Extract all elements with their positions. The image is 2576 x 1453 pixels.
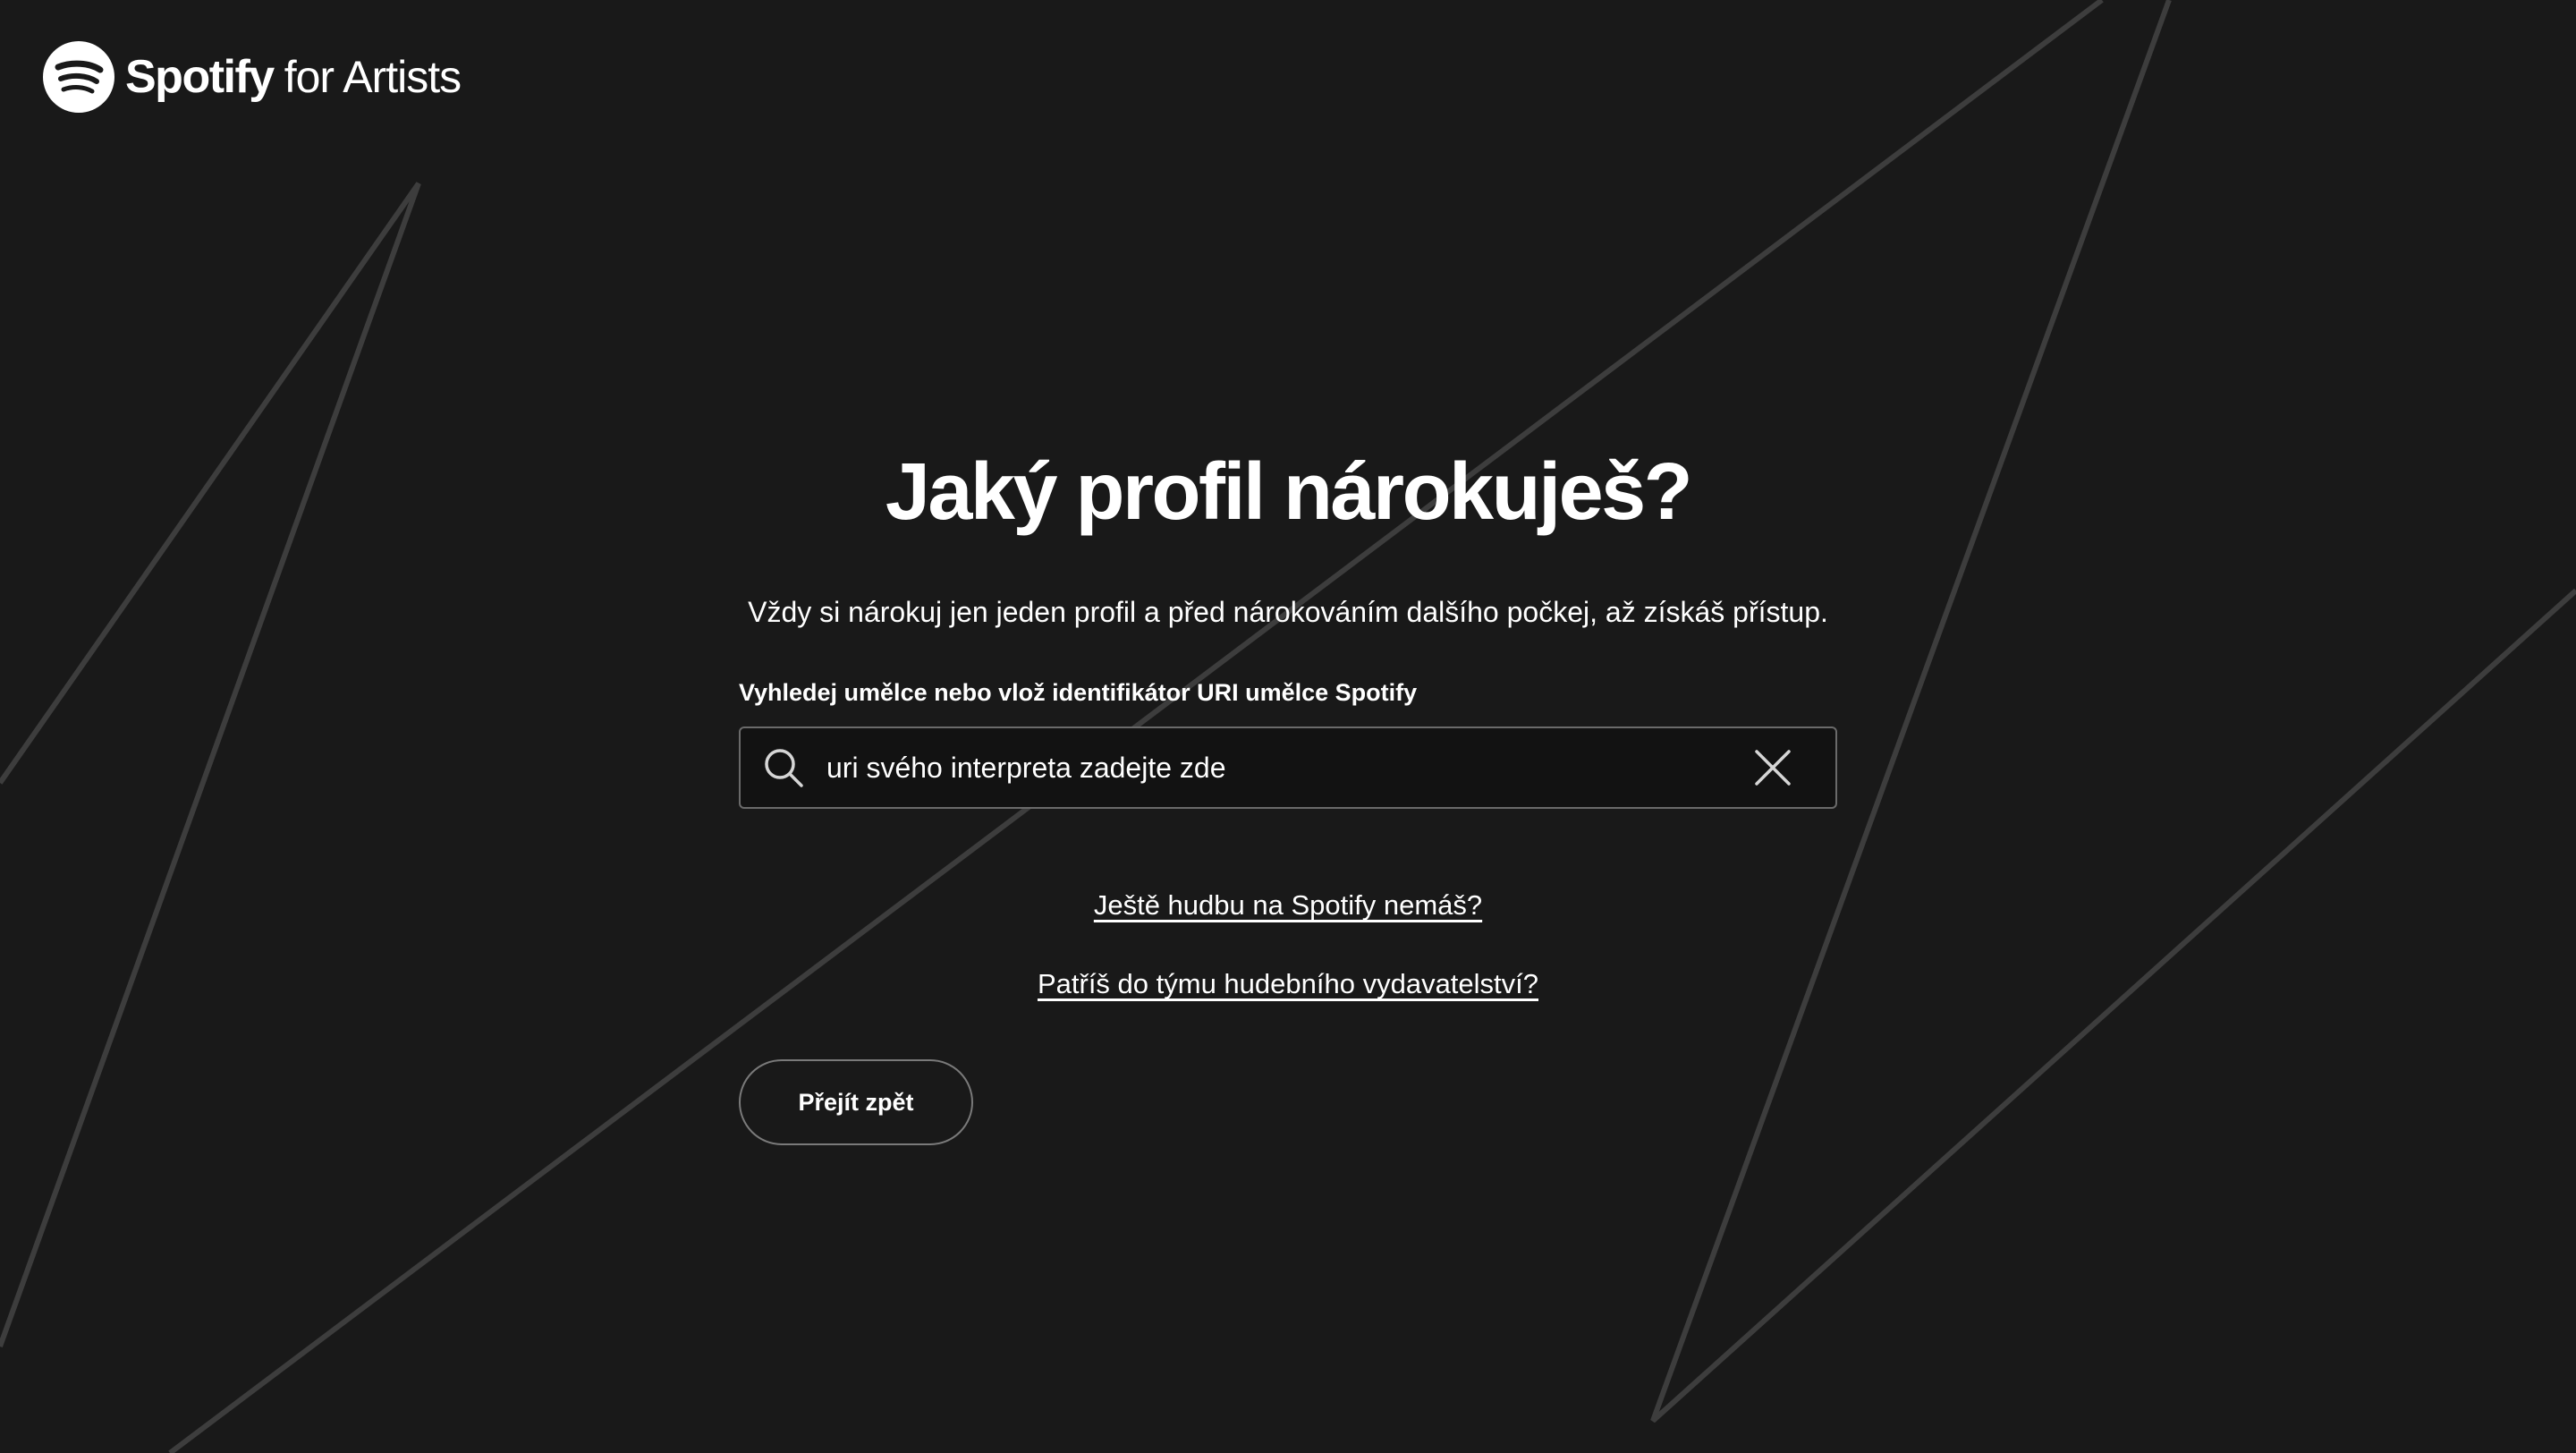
page-subtitle: Vždy si nárokuj jen jeden profil a před … [748,596,1828,628]
decor-line-left [0,182,421,1348]
label-team-link[interactable]: Patříš do týmu hudebního vydavatelství? [1038,966,1538,1002]
close-icon[interactable] [1753,748,1792,787]
search-icon [765,749,803,787]
brand-suffix: for Artists [284,52,462,102]
search-field[interactable] [739,726,1837,809]
search-input[interactable] [826,751,1753,785]
spotify-for-artists-logo[interactable]: Spotify for Artists [43,39,462,115]
claim-profile-form: Jaký profil nárokuješ? Vždy si nárokuj j… [739,438,1837,1145]
page-title: Jaký profil nárokuješ? [885,447,1693,537]
search-label: Vyhledej umělce nebo vlož identifikátor … [739,679,1418,706]
no-music-link[interactable]: Ještě hudbu na Spotify nemáš? [1094,888,1482,923]
spotify-logo-icon [43,41,114,113]
brand-name: Spotify [125,51,275,103]
back-button[interactable]: Přejít zpět [739,1059,973,1145]
help-links: Ještě hudbu na Spotify nemáš? Patříš do … [739,888,1837,1002]
page: Spotify for Artists Jaký profil nárokuje… [0,0,2576,1453]
